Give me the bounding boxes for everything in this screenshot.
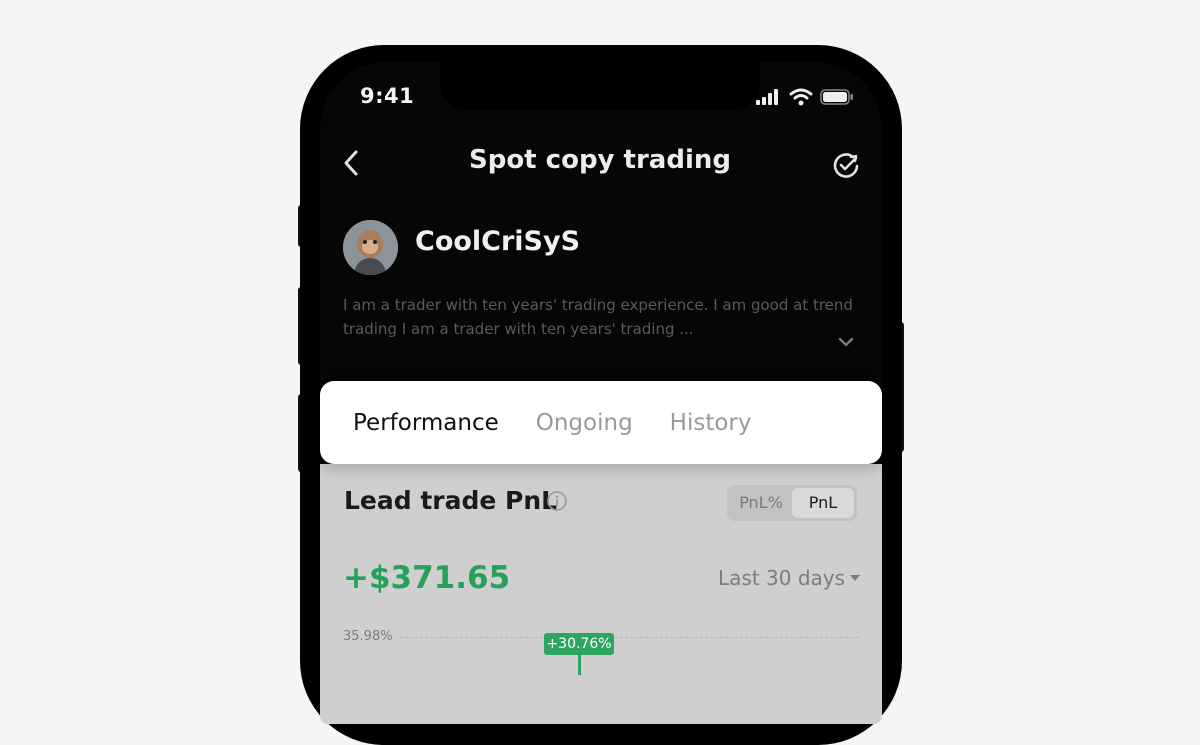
toggle-pnl-percent[interactable]: PnL% bbox=[730, 488, 792, 518]
tab-ongoing[interactable]: Ongoing bbox=[536, 410, 633, 436]
battery-icon bbox=[820, 89, 853, 105]
section-title: Lead trade PnL bbox=[344, 486, 558, 515]
toggle-pnl[interactable]: PnL bbox=[792, 488, 854, 518]
info-icon[interactable] bbox=[546, 490, 568, 512]
period-selector[interactable]: Last 30 days bbox=[718, 566, 861, 590]
page-title: Spot copy trading bbox=[468, 145, 731, 175]
pnl-value: +$371.65 bbox=[343, 560, 511, 596]
period-label: Last 30 days bbox=[718, 566, 846, 590]
pnl-toggle: PnL% PnL bbox=[727, 485, 857, 521]
wifi-icon bbox=[789, 88, 813, 106]
trader-name: CoolCriSyS bbox=[415, 226, 581, 257]
back-arrow-icon[interactable] bbox=[340, 146, 364, 180]
chart-y-label: 35.98% bbox=[343, 629, 393, 644]
share-check-icon[interactable] bbox=[830, 149, 862, 181]
chart-tooltip: +30.76% bbox=[544, 633, 614, 655]
tab-performance[interactable]: Performance bbox=[353, 410, 499, 436]
avatar-image bbox=[343, 220, 398, 275]
chart-grid-line bbox=[400, 637, 858, 638]
chevron-down-icon[interactable] bbox=[834, 330, 858, 354]
tab-bar: Performance Ongoing History bbox=[320, 381, 882, 464]
status-icons bbox=[756, 88, 854, 106]
chart-marker bbox=[578, 655, 581, 675]
caret-down-icon bbox=[850, 575, 861, 581]
trader-bio: I am a trader with ten years' trading ex… bbox=[343, 296, 853, 338]
status-time: 9:41 bbox=[360, 84, 415, 108]
avatar[interactable] bbox=[343, 220, 398, 275]
tab-history[interactable]: History bbox=[670, 410, 752, 436]
signal-icon bbox=[756, 89, 778, 105]
dynamic-island bbox=[440, 62, 760, 110]
